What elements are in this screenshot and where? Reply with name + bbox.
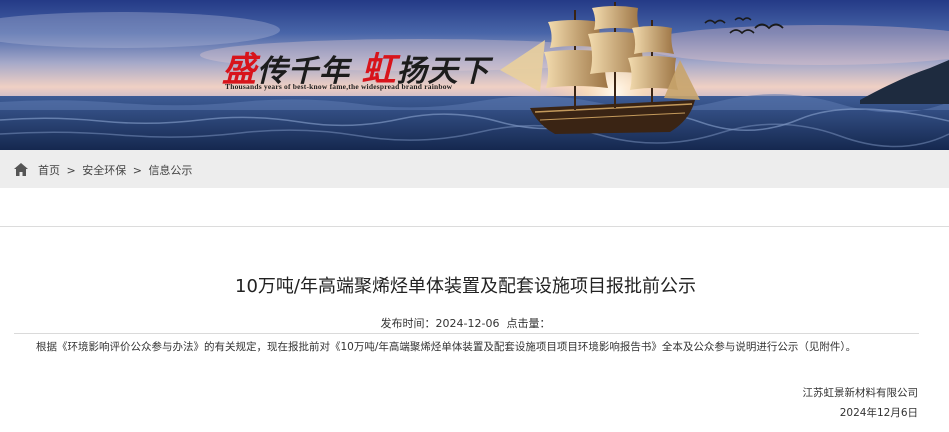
article-meta: 发布时间：2024-12-06 点击量： [0,315,931,331]
home-icon[interactable] [14,163,28,176]
signature-company: 江苏虹景新材料有限公司 [802,387,919,399]
meta-divider [14,333,919,334]
clicks-label: 点击量： [506,317,551,330]
publish-label: 发布时间： [380,317,436,330]
header-banner: 盛传千年 虹扬天下 Thousands years of best-know f… [0,0,949,150]
breadcrumb-bar: 首页 > 安全环保 > 信息公示 [0,150,949,188]
breadcrumb-safety-env[interactable]: 安全环保 [82,164,126,177]
signature-date: 2024年12月6日 [839,407,918,419]
brand-slogan-english: Thousands years of best-know fame,the wi… [225,82,453,91]
breadcrumb: 首页 > 安全环保 > 信息公示 [38,162,195,178]
section-divider [0,226,949,227]
breadcrumb-home[interactable]: 首页 [38,164,60,177]
publish-date: 2024-12-06 [435,317,500,330]
breadcrumb-info-disclosure[interactable]: 信息公示 [148,164,192,177]
article-body: 根据《环境影响评价公众参与办法》的有关规定，现在报批前对《10万吨/年高端聚烯烃… [36,341,857,353]
article-title: 10万吨/年高端聚烯烃单体装置及配套设施项目报批前公示 [235,276,696,297]
breadcrumb-separator: > [132,164,142,177]
breadcrumb-separator: > [66,164,76,177]
